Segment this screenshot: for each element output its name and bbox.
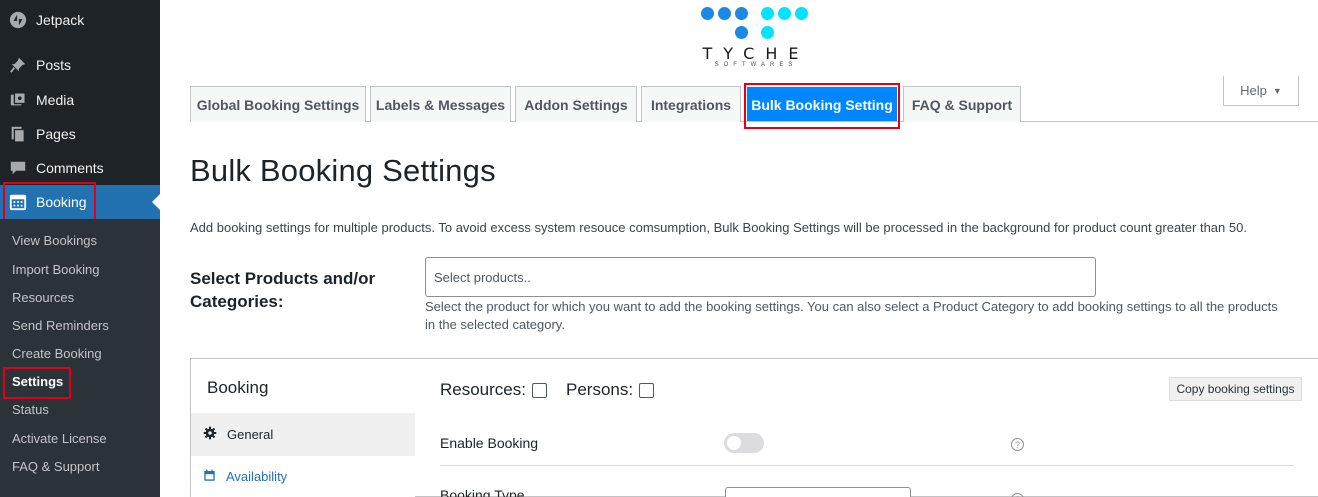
row-divider: [440, 465, 1294, 466]
logo-subtext: SOFTWARES: [714, 62, 798, 68]
resources-checkbox[interactable]: [531, 382, 547, 398]
submenu-item-resources[interactable]: Resources: [12, 289, 74, 307]
resources-label: Resources:: [440, 380, 526, 399]
persons-label: Persons:: [566, 380, 634, 399]
submenu-item-view-bookings[interactable]: View Bookings: [12, 232, 97, 250]
page-title: Bulk Booking Settings: [190, 153, 496, 188]
submenu-item-create-booking[interactable]: Create Booking: [12, 345, 102, 363]
resources-option: Resources:: [440, 380, 547, 400]
help-label: Help: [1240, 83, 1267, 98]
menu-label: Posts: [36, 57, 72, 73]
comment-icon: [0, 159, 36, 177]
menu-item-posts[interactable]: Posts: [0, 48, 160, 82]
nav-item-general[interactable]: General: [191, 413, 415, 456]
submenu-item-status[interactable]: Status: [12, 401, 49, 419]
highlight-box: [3, 367, 71, 399]
booking-box-title: Booking: [207, 378, 269, 397]
menu-label: Comments: [36, 160, 104, 176]
tab-addon-settings[interactable]: Addon Settings: [515, 86, 637, 122]
select-products-help: Select the product for which you want to…: [425, 299, 1278, 332]
copy-booking-settings-button[interactable]: Copy booking settings: [1169, 377, 1302, 401]
nav-label: General: [227, 427, 274, 442]
nav-item-availability[interactable]: Availability: [191, 456, 415, 497]
enable-booking-toggle[interactable]: [724, 433, 764, 453]
menu-item-media[interactable]: Media: [0, 83, 160, 117]
select-products-label: Select Products and/or Categories:: [190, 269, 376, 311]
tab-global-booking-settings[interactable]: Global Booking Settings: [190, 86, 366, 122]
select-products-input[interactable]: Select products..: [425, 257, 1096, 297]
menu-label: Jetpack: [36, 12, 85, 28]
submenu-item-activate-license[interactable]: Activate License: [12, 430, 107, 448]
pages-icon: [0, 125, 36, 143]
active-arrow-icon: [152, 194, 160, 210]
menu-item-comments[interactable]: Comments: [0, 151, 160, 185]
toggle-knob: [727, 436, 741, 450]
booking-type-label: Booking Type: [440, 487, 525, 497]
caret-down-icon: ▼: [1272, 85, 1282, 96]
media-icon: [0, 91, 36, 109]
gear-icon: [203, 426, 217, 443]
page-description: Add booking settings for multiple produc…: [190, 220, 1247, 235]
persons-checkbox[interactable]: [639, 382, 655, 398]
enable-booking-label: Enable Booking: [440, 435, 539, 451]
tab-integrations[interactable]: Integrations: [641, 86, 741, 122]
menu-label: Media: [36, 92, 75, 108]
nav-label: Availability: [226, 469, 288, 484]
booking-type-select[interactable]: [725, 487, 911, 497]
pin-icon: [0, 56, 36, 74]
menu-label: Pages: [36, 126, 76, 142]
menu-item-jetpack[interactable]: Jetpack: [0, 3, 160, 37]
help-button[interactable]: Help ▼: [1223, 76, 1299, 106]
jetpack-icon: [0, 11, 36, 29]
question-mark-icon[interactable]: ?: [1011, 438, 1024, 451]
highlight-box: [744, 83, 900, 129]
highlight-box: [3, 182, 96, 224]
submenu-item-faq-support[interactable]: FAQ & Support: [12, 458, 99, 476]
persons-option: Persons:: [566, 380, 655, 400]
tab-faq-support[interactable]: FAQ & Support: [903, 86, 1021, 122]
tab-labels-messages[interactable]: Labels & Messages: [370, 86, 511, 122]
calendar-icon: [203, 469, 216, 485]
menu-item-pages[interactable]: Pages: [0, 117, 160, 151]
submenu-item-import-booking[interactable]: Import Booking: [12, 261, 99, 279]
logo-text: TYCHE: [702, 44, 810, 63]
submenu-item-send-reminders[interactable]: Send Reminders: [12, 317, 109, 335]
